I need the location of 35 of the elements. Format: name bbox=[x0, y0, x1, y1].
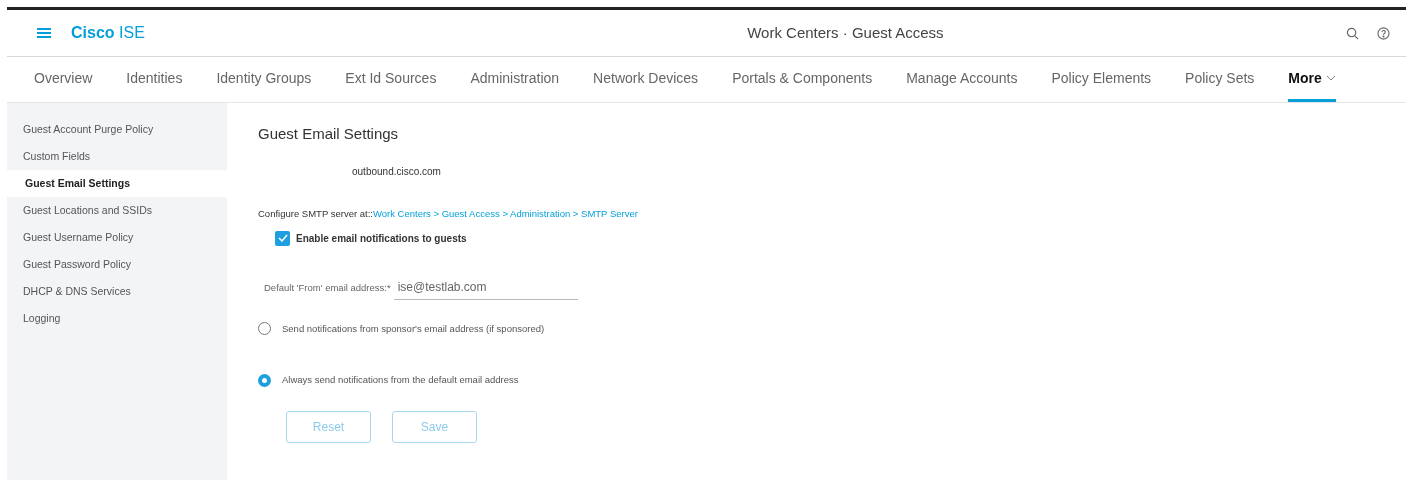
email-field[interactable]: ise@testlab.com bbox=[393, 275, 578, 300]
sidebar-item[interactable]: Custom Fields bbox=[7, 143, 227, 170]
nav-tab[interactable]: More bbox=[1288, 57, 1336, 102]
field-label: Default 'From' email address:* bbox=[264, 280, 391, 295]
sidebar-item[interactable]: Guest Email Settings bbox=[7, 170, 227, 197]
sidebar-item[interactable]: DHCP & DNS Services bbox=[7, 278, 227, 305]
nav-tab[interactable]: Policy Sets bbox=[1185, 57, 1255, 102]
nav-tab[interactable]: Policy Elements bbox=[1051, 57, 1152, 102]
sidebar-item[interactable]: Logging bbox=[7, 305, 227, 332]
sidebar-item[interactable]: Guest Locations and SSIDs bbox=[7, 197, 227, 224]
checkbox-label: Enable email notifications to guests bbox=[296, 231, 467, 246]
nav-tab[interactable]: Portals & Components bbox=[732, 57, 873, 102]
sidebar-item[interactable]: Guest Password Policy bbox=[7, 251, 227, 278]
smtp-hint: Configure SMTP server at:: bbox=[258, 206, 373, 221]
checkbox[interactable] bbox=[275, 230, 290, 246]
nav-tab[interactable]: Identities bbox=[126, 57, 183, 102]
chevron-down-icon bbox=[1325, 75, 1336, 81]
check-icon bbox=[277, 234, 288, 243]
nav-tab[interactable]: Network Devices bbox=[593, 57, 699, 102]
nav-tab[interactable]: Identity Groups bbox=[216, 57, 312, 102]
page-title: Work Centers · Guest Access bbox=[747, 22, 944, 43]
nav-tab[interactable]: Manage Accounts bbox=[906, 57, 1018, 102]
nav-tab[interactable]: Overview bbox=[34, 57, 93, 102]
section-title: Guest Email Settings bbox=[258, 124, 400, 144]
smtp-server-name: outbound.cisco.com bbox=[352, 164, 442, 179]
menu-icon[interactable] bbox=[37, 27, 51, 39]
radio-button[interactable] bbox=[258, 373, 271, 387]
nav-tab[interactable]: Administration bbox=[470, 57, 560, 102]
search-icon[interactable] bbox=[1346, 26, 1359, 40]
help-icon[interactable] bbox=[1377, 26, 1390, 40]
radio-label: Send notifications from sponsor's email address (if sponsored) bbox=[282, 321, 545, 336]
sidebar-item[interactable]: Guest Account Purge Policy bbox=[7, 116, 227, 143]
radio-label: Always send notifications from the default email address bbox=[282, 373, 519, 387]
sidebar-item[interactable]: Guest Username Policy bbox=[7, 224, 227, 251]
nav-tab[interactable]: Ext Id Sources bbox=[345, 57, 437, 102]
